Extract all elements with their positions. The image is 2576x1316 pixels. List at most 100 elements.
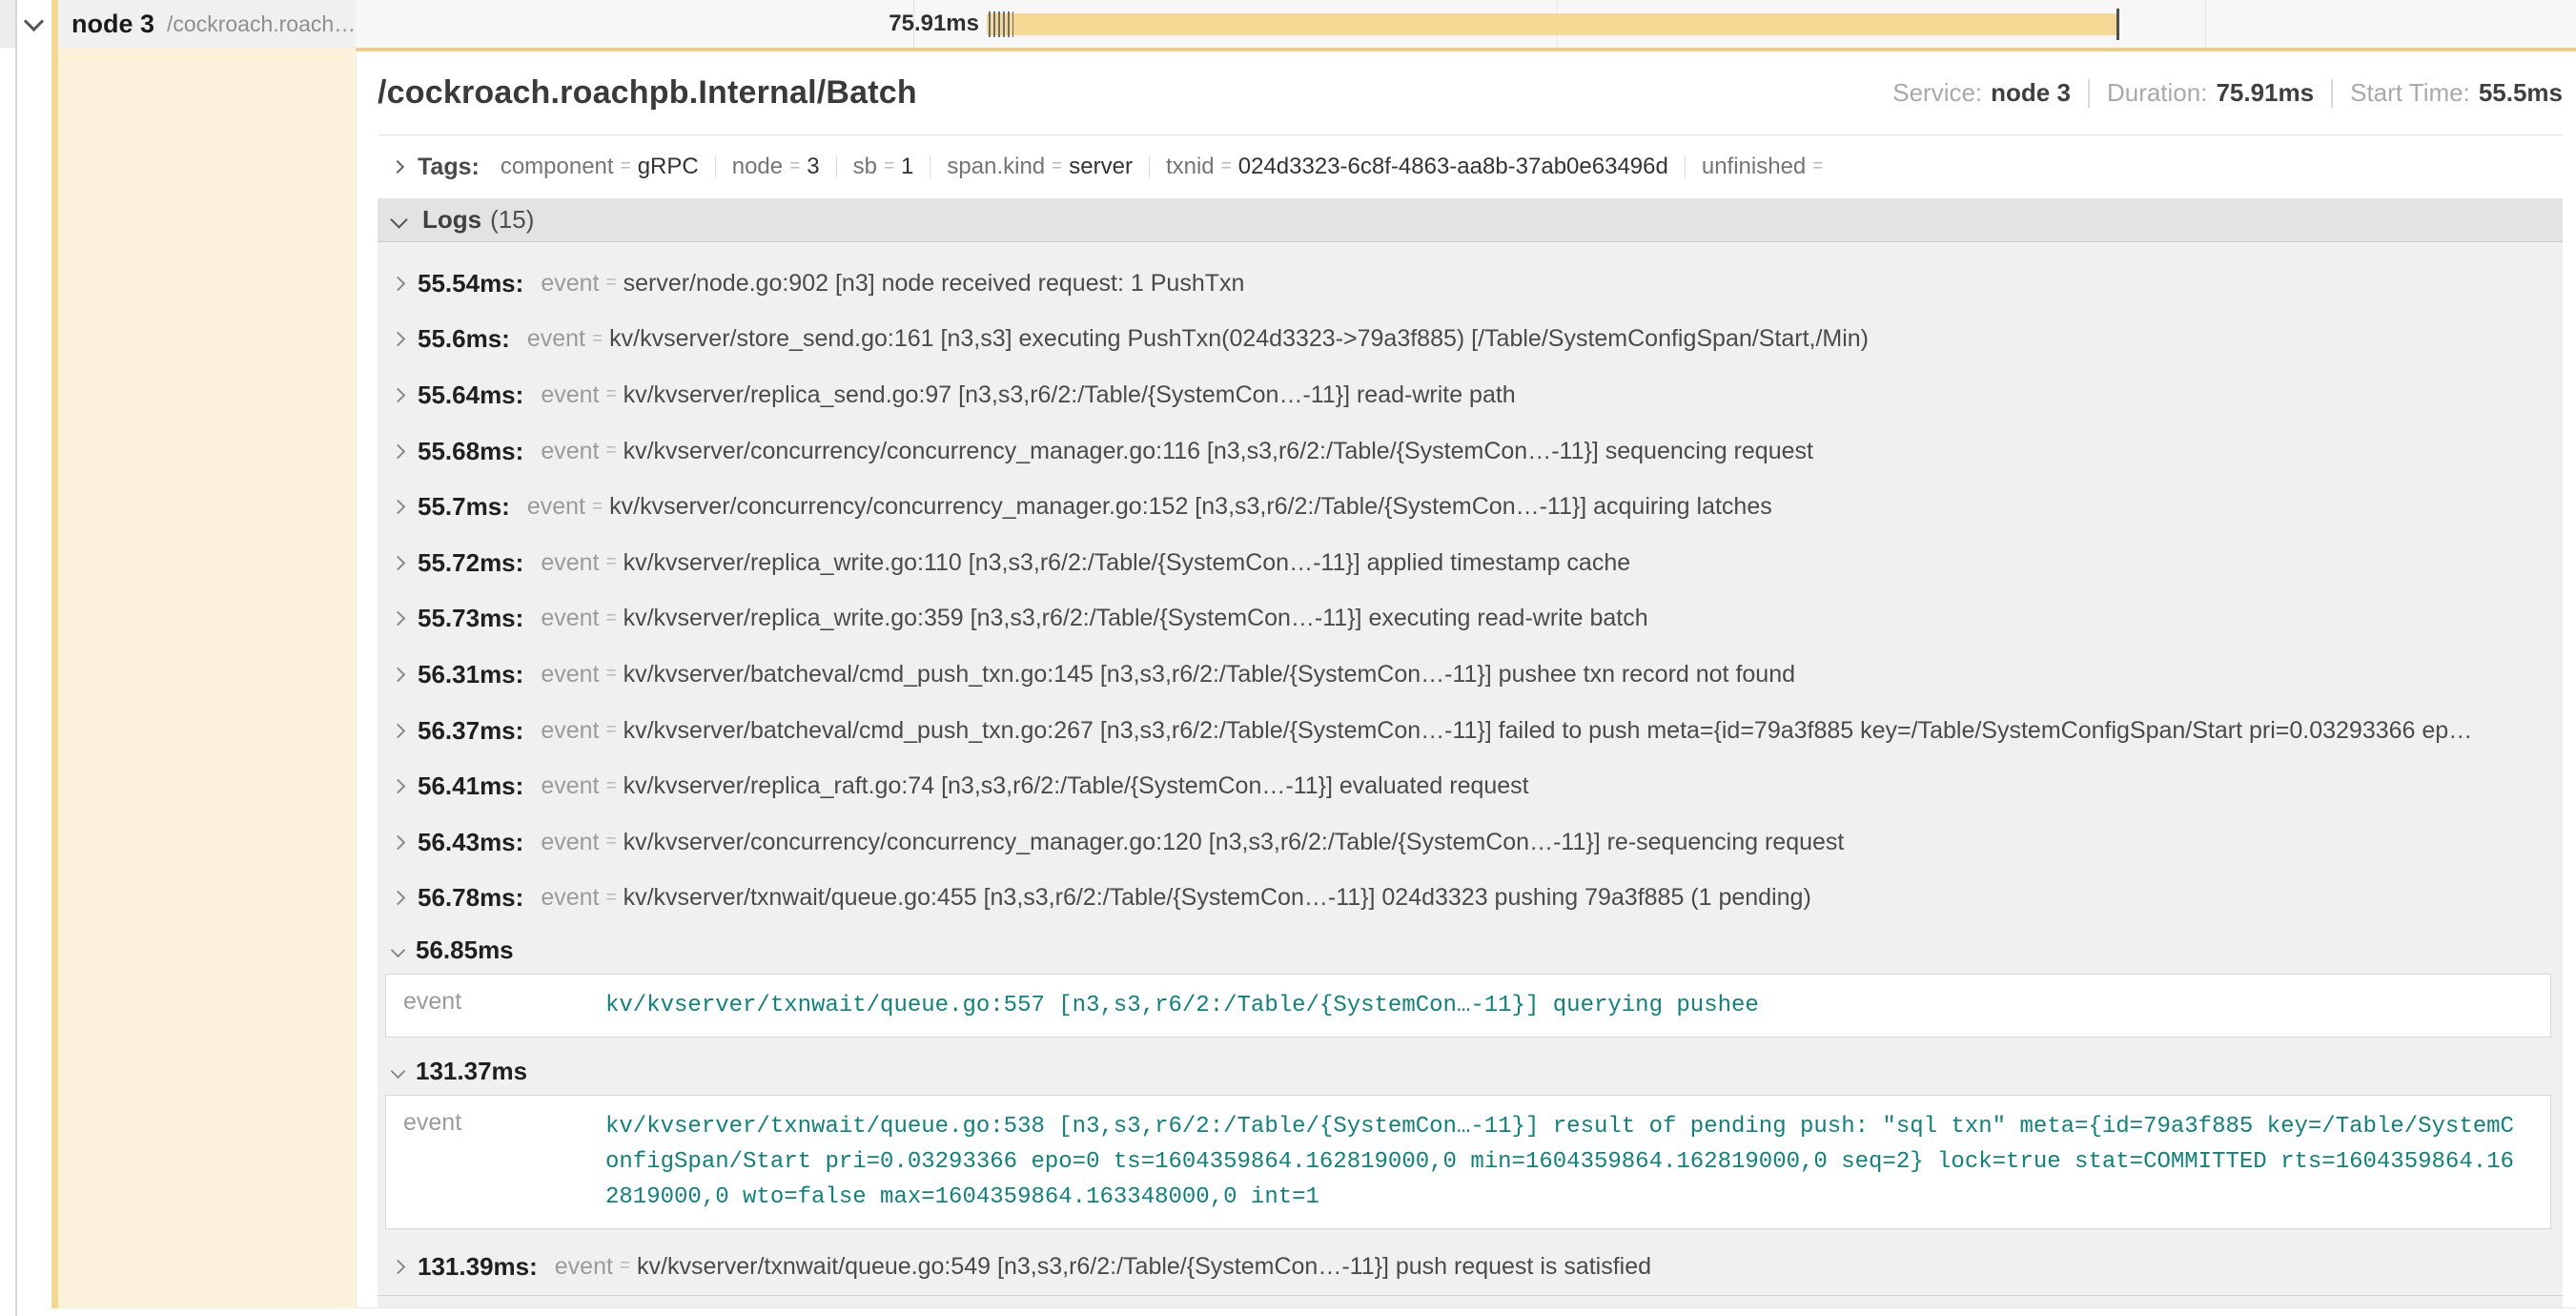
tag-key: span.kind xyxy=(947,154,1045,180)
log-field-key: event xyxy=(541,438,599,465)
equals-sign: = xyxy=(620,1256,630,1277)
stat-separator xyxy=(2331,79,2333,108)
log-timestamp: 56.85ms xyxy=(416,936,514,965)
span-detail-card: /cockroach.roachpb.Internal/Batch Servic… xyxy=(356,48,2576,1308)
log-row[interactable]: 55.7ms: event = kv/kvserver/concurrency/… xyxy=(378,479,2563,535)
log-row[interactable]: 55.6ms: event = kv/kvserver/store_send.g… xyxy=(378,312,2563,368)
tag-item: span.kind = server xyxy=(947,154,1133,180)
expanded-log-header[interactable]: 131.37ms xyxy=(378,1047,2563,1095)
tag-value: 1 xyxy=(901,154,913,180)
log-row[interactable]: 56.41ms: event = kv/kvserver/replica_raf… xyxy=(378,758,2563,814)
log-row[interactable]: 55.72ms: event = kv/kvserver/replica_wri… xyxy=(378,535,2563,591)
service-label: Service: xyxy=(1892,78,1982,108)
log-field-value: kv/kvserver/replica_write.go:359 [n3,s3,… xyxy=(624,605,1648,632)
tag-separator xyxy=(1149,155,1150,178)
log-row[interactable]: 56.43ms: event = kv/kvserver/concurrency… xyxy=(378,814,2563,871)
chevron-right-icon xyxy=(391,891,406,906)
log-field-key: event xyxy=(541,717,599,745)
log-row[interactable]: 131.39ms: event = kv/kvserver/txnwait/qu… xyxy=(378,1239,2563,1295)
log-timestamp: 55.54ms: xyxy=(418,269,523,298)
service-value: node 3 xyxy=(1991,78,2071,108)
chevron-down-icon xyxy=(390,211,407,228)
expanded-log-header[interactable]: 56.85ms xyxy=(378,926,2563,974)
left-rail-divider xyxy=(15,0,17,1316)
tags-label: Tags: xyxy=(418,154,480,181)
log-field-key: event xyxy=(386,1109,605,1215)
log-row[interactable]: 55.73ms: event = kv/kvserver/replica_wri… xyxy=(378,591,2563,648)
log-field-value: kv/kvserver/replica_write.go:110 [n3,s3,… xyxy=(624,549,1631,577)
chevron-right-icon xyxy=(391,668,406,683)
log-row[interactable]: 56.31ms: event = kv/kvserver/batcheval/c… xyxy=(378,647,2563,703)
log-field-value: kv/kvserver/txnwait/queue.go:538 [n3,s3,… xyxy=(605,1109,2550,1215)
log-field-value: kv/kvserver/concurrency/concurrency_mana… xyxy=(624,438,1813,465)
span-bar[interactable] xyxy=(987,13,2118,35)
expanded-log-table: event kv/kvserver/txnwait/queue.go:538 [… xyxy=(385,1095,2551,1229)
log-field-value: kv/kvserver/txnwait/queue.go:455 [n3,s3,… xyxy=(624,884,1811,912)
log-field-key: event xyxy=(541,270,599,298)
stat-separator xyxy=(2088,79,2090,108)
chevron-right-icon xyxy=(391,611,406,627)
log-row[interactable]: 55.68ms: event = kv/kvserver/concurrency… xyxy=(378,423,2563,480)
log-field-value: kv/kvserver/txnwait/queue.go:557 [n3,s3,… xyxy=(605,988,2550,1023)
span-detail-header: /cockroach.roachpb.Internal/Batch Servic… xyxy=(378,51,2563,135)
log-field-key: event xyxy=(527,493,585,521)
equals-sign: = xyxy=(605,384,616,405)
log-timestamp: 55.72ms: xyxy=(418,548,523,578)
tag-separator xyxy=(715,155,716,178)
log-field-key: event xyxy=(541,605,599,632)
chevron-right-icon xyxy=(391,723,406,738)
log-field-key: event xyxy=(541,829,599,856)
tag-key: unfinished xyxy=(1702,154,1806,180)
tag-value: 024d3323-6c8f-4863-aa8b-37ab0e63496d xyxy=(1238,154,1668,180)
equals-sign: = xyxy=(1052,156,1062,177)
left-gutter xyxy=(0,0,15,48)
tag-separator xyxy=(836,155,837,178)
logs-title: Logs xyxy=(422,205,481,235)
log-row[interactable]: 55.64ms: event = kv/kvserver/replica_sen… xyxy=(378,367,2563,423)
log-field-key: event xyxy=(541,381,599,409)
chevron-right-icon xyxy=(391,443,406,459)
log-row[interactable]: 56.37ms: event = kv/kvserver/batcheval/c… xyxy=(378,703,2563,759)
log-field-value: server/node.go:902 [n3] node received re… xyxy=(624,270,1245,298)
span-name-tab[interactable]: node 3 /cockroach.roach… xyxy=(58,0,356,48)
tag-value: server xyxy=(1069,154,1133,180)
tag-item: component = gRPC xyxy=(501,154,699,180)
chevron-down-icon xyxy=(391,942,406,957)
logs-count: (15) xyxy=(490,205,534,235)
tags-section-header[interactable]: Tags: component = gRPC node = 3 sb = 1 s… xyxy=(378,135,2563,198)
span-bar-log-ticks xyxy=(989,11,1013,37)
logs-section-header[interactable]: Logs (15) xyxy=(378,198,2563,242)
tag-item: sb = 1 xyxy=(853,154,914,180)
log-field-value: kv/kvserver/replica_raft.go:74 [n3,s3,r6… xyxy=(624,772,1529,800)
logs-body: 55.54ms: event = server/node.go:902 [n3]… xyxy=(378,242,2563,1308)
equals-sign: = xyxy=(789,156,800,177)
equals-sign: = xyxy=(605,888,616,909)
chevron-right-icon xyxy=(391,555,406,570)
log-field-key: event xyxy=(555,1253,613,1281)
tag-key: sb xyxy=(853,154,877,180)
chevron-right-icon xyxy=(391,500,406,515)
span-collapse-chevron[interactable] xyxy=(25,12,48,35)
trace-view: node 3 /cockroach.roach… 75.91ms /cockro… xyxy=(0,0,2576,1316)
log-timestamp: 55.68ms: xyxy=(418,437,523,466)
equals-sign: = xyxy=(592,497,603,518)
equals-sign: = xyxy=(1812,156,1823,177)
chevron-right-icon xyxy=(391,160,404,174)
chevron-right-icon xyxy=(391,277,406,292)
log-field-key: event xyxy=(541,884,599,912)
equals-sign: = xyxy=(621,156,631,177)
log-field-key: event xyxy=(541,772,599,800)
tag-item: unfinished = xyxy=(1702,154,1830,180)
log-row[interactable]: 56.78ms: event = kv/kvserver/txnwait/que… xyxy=(378,871,2563,927)
log-row[interactable]: 55.54ms: event = server/node.go:902 [n3]… xyxy=(378,256,2563,312)
equals-sign: = xyxy=(605,608,616,629)
tag-key: node xyxy=(732,154,783,180)
tag-value: 3 xyxy=(807,154,819,180)
span-detail-stats: Service: node 3 Duration: 75.91ms Start … xyxy=(1892,78,2563,108)
log-field-value: kv/kvserver/batcheval/cmd_push_txn.go:14… xyxy=(624,661,1795,689)
equals-sign: = xyxy=(605,441,616,462)
log-field-key: event xyxy=(541,549,599,577)
log-timestamp: 56.31ms: xyxy=(418,660,523,689)
log-field-value: kv/kvserver/concurrency/concurrency_mana… xyxy=(609,493,1772,521)
equals-sign: = xyxy=(1221,156,1232,177)
